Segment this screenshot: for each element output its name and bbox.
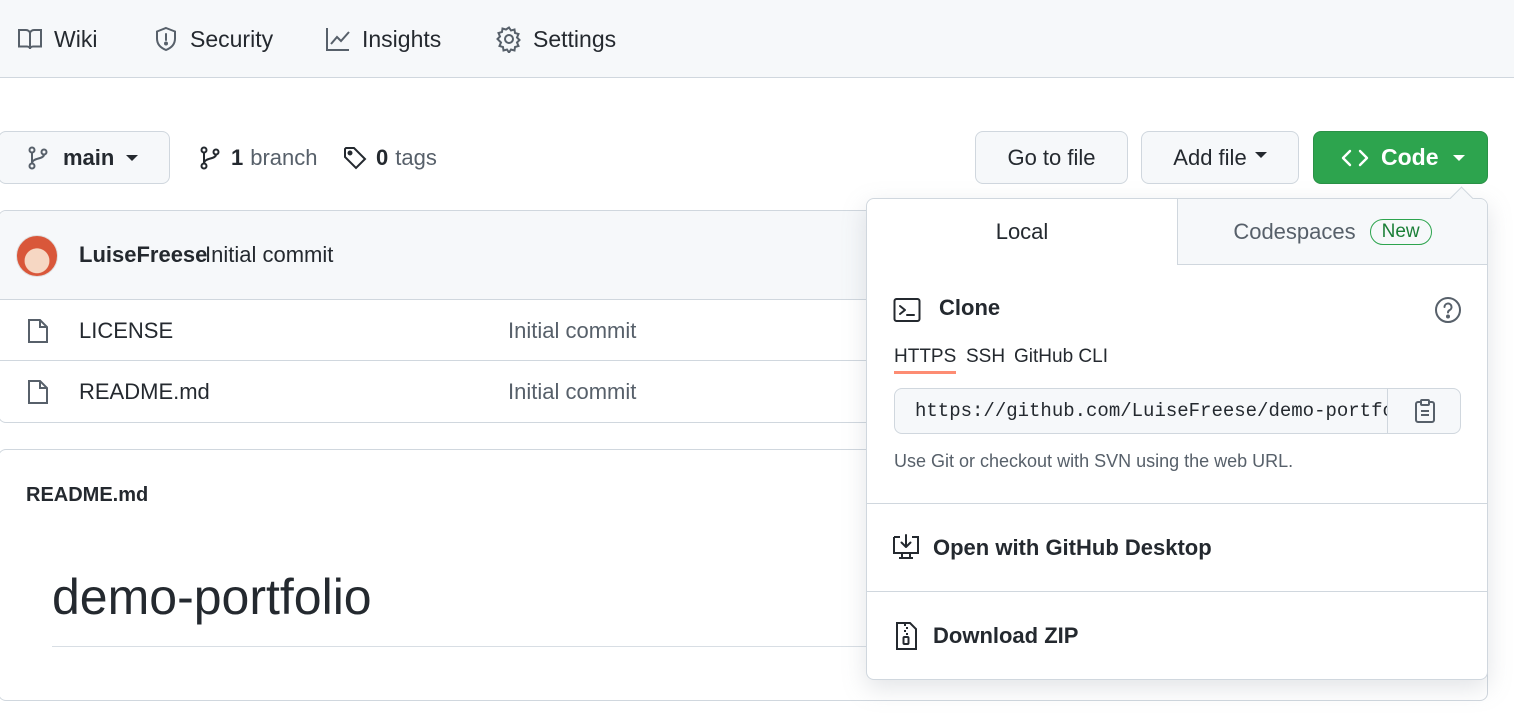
readme-filename[interactable]: README.md — [26, 484, 148, 507]
nav-item-label: Wiki — [54, 25, 98, 52]
branches-link[interactable]: 1 branch — [197, 140, 318, 176]
menu-divider — [867, 591, 1487, 592]
open-with-github-desktop-label: Open with GitHub Desktop — [933, 535, 1212, 560]
tab-local-label: Local — [995, 219, 1049, 244]
copy-url-button[interactable] — [1387, 389, 1460, 433]
gear-icon — [496, 26, 521, 53]
tab-local[interactable]: Local — [867, 199, 1177, 265]
clone-url-hint: Use Git or checkout with SVN using the w… — [894, 451, 1294, 471]
menu-divider — [867, 503, 1487, 504]
nav-item-label: Settings — [533, 25, 617, 52]
file-zip-icon — [896, 622, 917, 650]
add-file-label: Add file — [1173, 144, 1247, 170]
code-icon — [1341, 149, 1369, 166]
readme-heading: demo-portfolio — [52, 569, 372, 625]
clone-title: Clone — [939, 295, 1001, 320]
repo-nav-bar: Wiki Security Insights Settings — [0, 0, 1514, 78]
tab-codespaces[interactable]: Codespaces New — [1177, 199, 1487, 265]
caret-down-icon — [1452, 154, 1465, 161]
tags-link[interactable]: 0 tags — [342, 140, 437, 176]
book-icon — [18, 29, 42, 50]
file-commit-message[interactable]: Initial commit — [508, 318, 636, 344]
question-icon[interactable] — [1434, 296, 1462, 324]
desktop-download-icon — [893, 534, 919, 559]
file-name[interactable]: README.md — [79, 379, 210, 405]
branch-label: branch — [250, 145, 318, 170]
avatar[interactable] — [16, 235, 58, 277]
caret-down-icon — [1254, 151, 1267, 158]
branch-count: 1 — [231, 145, 244, 170]
git-branch-icon — [200, 146, 220, 170]
clone-url-box — [894, 388, 1461, 434]
subtab-ssh[interactable]: SSH — [966, 346, 1005, 374]
download-zip[interactable]: Download ZIP — [891, 621, 1078, 651]
shield-icon — [156, 26, 176, 52]
clone-url-input[interactable] — [895, 389, 1387, 433]
code-button[interactable]: Code — [1313, 131, 1488, 184]
git-branch-icon — [28, 146, 48, 169]
code-dropdown-menu: Local Codespaces New Clone HTTPS SSH Git… — [866, 198, 1488, 680]
caret-down-icon — [126, 154, 139, 161]
download-zip-label: Download ZIP — [933, 623, 1079, 648]
tab-codespaces-label: Codespaces — [1233, 218, 1356, 244]
commit-author[interactable]: LuiseFreese — [79, 242, 207, 268]
nav-item-settings[interactable]: Settings — [495, 22, 616, 56]
subtab-https[interactable]: HTTPS — [894, 346, 957, 374]
nav-item-label: Security — [190, 25, 274, 52]
tag-label: tags — [395, 145, 437, 170]
add-file-button[interactable]: Add file — [1141, 131, 1299, 184]
branch-selector-button[interactable]: main — [0, 131, 170, 184]
tag-count: 0 — [376, 145, 389, 170]
branch-name: main — [63, 144, 115, 170]
file-icon — [28, 319, 48, 343]
subtab-github-cli[interactable]: GitHub CLI — [1014, 346, 1108, 374]
nav-item-security[interactable]: Security — [152, 22, 273, 56]
terminal-icon — [893, 298, 921, 322]
new-badge: New — [1369, 218, 1432, 245]
readme-divider — [52, 646, 952, 647]
nav-item-wiki[interactable]: Wiki — [16, 22, 97, 56]
commit-message[interactable]: Initial commit — [205, 242, 333, 268]
tag-icon — [344, 147, 367, 170]
code-dropdown-tabs: Local Codespaces New — [867, 199, 1487, 265]
nav-item-label: Insights — [362, 25, 442, 52]
file-name[interactable]: LICENSE — [79, 318, 173, 344]
go-to-file-button[interactable]: Go to file — [975, 131, 1128, 184]
code-button-label: Code — [1381, 144, 1439, 170]
open-with-github-desktop[interactable]: Open with GitHub Desktop — [891, 533, 1212, 563]
go-to-file-label: Go to file — [1007, 144, 1096, 170]
clipboard-icon — [1415, 399, 1435, 423]
graph-icon — [326, 28, 350, 51]
file-icon — [28, 380, 48, 404]
file-commit-message[interactable]: Initial commit — [508, 379, 636, 405]
nav-item-insights[interactable]: Insights — [324, 22, 441, 56]
